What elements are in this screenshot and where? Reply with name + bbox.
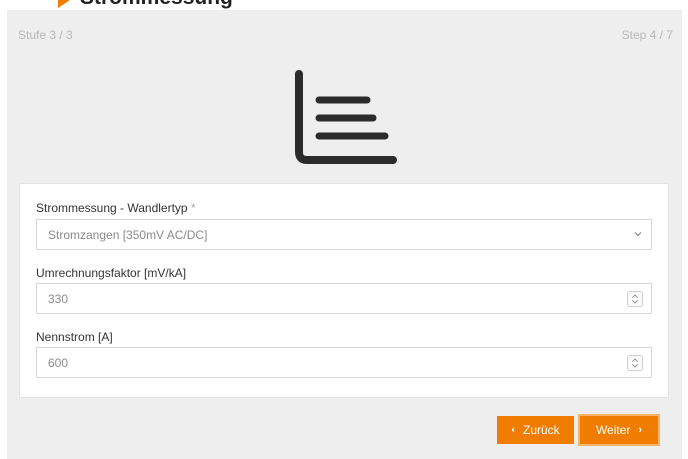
back-button[interactable]: ‹ Zurück: [497, 416, 574, 444]
conversion-factor-input[interactable]: 330: [36, 283, 652, 314]
chevron-down-icon: [634, 232, 642, 237]
transformer-type-label: Strommessung - Wandlertyp *: [36, 201, 196, 215]
spinner-icon[interactable]: [627, 355, 643, 371]
rated-current-input[interactable]: 600: [36, 347, 652, 378]
stage-indicator: Stufe 3 / 3: [18, 28, 73, 42]
transformer-type-value: Stromzangen [350mV AC/DC]: [48, 228, 208, 242]
next-button[interactable]: Weiter ›: [578, 414, 660, 446]
back-button-label: Zurück: [522, 423, 560, 437]
measurement-form: Strommessung - Wandlertyp * Stromzangen …: [19, 183, 669, 398]
chevron-right-icon: ›: [638, 424, 643, 436]
rated-current-label: Nennstrom [A]: [36, 330, 113, 344]
conversion-factor-label: Umrechnungsfaktor [mV/kA]: [36, 266, 187, 280]
conversion-factor-value: 330: [48, 292, 69, 306]
page-title: Strommessung: [80, 0, 233, 9]
chevron-left-icon: ‹: [511, 424, 515, 436]
transformer-type-select[interactable]: Stromzangen [350mV AC/DC]: [36, 219, 652, 250]
spinner-icon[interactable]: [627, 291, 643, 307]
step-indicator: Step 4 / 7: [621, 28, 673, 42]
page-heading: Strommessung: [0, 0, 688, 10]
rated-current-value: 600: [48, 356, 69, 370]
required-mark: *: [190, 201, 196, 215]
heading-arrow-icon: [58, 0, 70, 8]
wizard-panel: Stufe 3 / 3 Step 4 / 7 Strommessung - Wa…: [7, 10, 682, 459]
next-button-label: Weiter: [595, 423, 631, 437]
bar-list-icon: [295, 70, 397, 164]
